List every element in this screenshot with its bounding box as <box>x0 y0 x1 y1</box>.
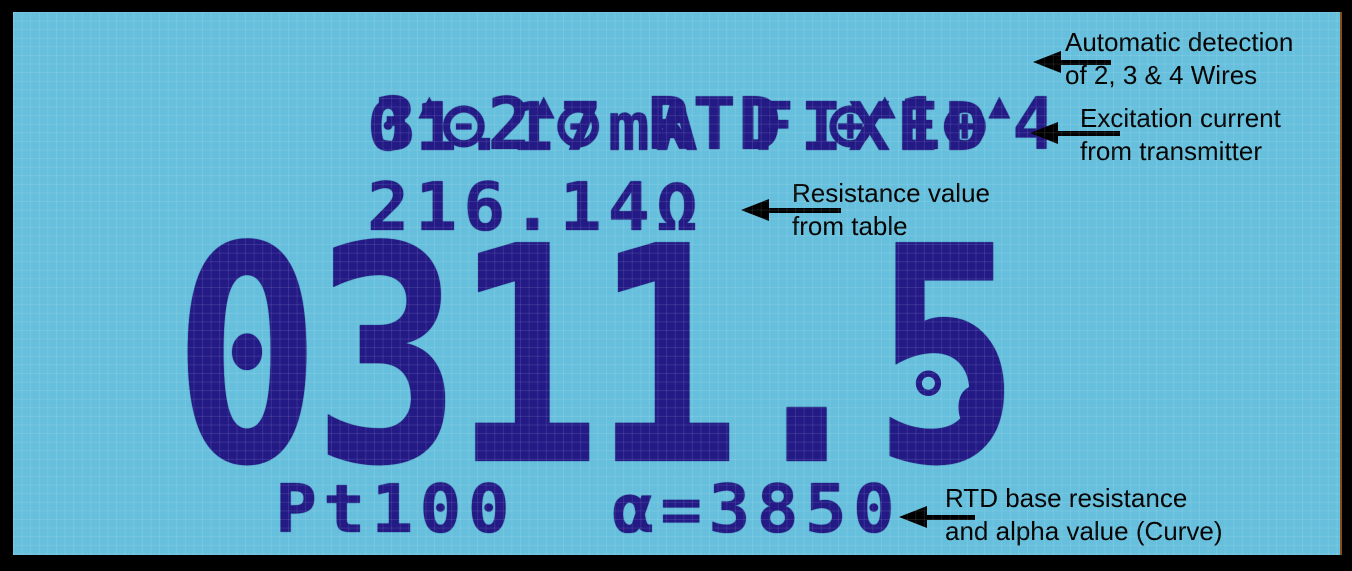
excitation-current-readout: 01.17mA FIXED <box>367 88 993 166</box>
annotation-rtd-base-alpha: RTD base resistance and alpha value (Cur… <box>945 482 1223 548</box>
annotation-line: from transmitter <box>1080 136 1263 166</box>
sensor-type-and-alpha: Pt100 α=3850 <box>275 476 901 543</box>
device-frame: 3▲⊝2▲⊝ RTD ⊕▲1⊕▲4 01.17mA FIXED 216.14Ω … <box>0 0 1352 571</box>
sensor-type: Pt100 <box>275 470 516 548</box>
alpha-value: α=3850 <box>612 470 901 548</box>
temperature-unit: °c <box>905 358 999 448</box>
annotation-line: Automatic detection <box>1065 27 1294 57</box>
annotation-line: Resistance value <box>792 178 990 208</box>
annotation-excitation-current: Excitation current from transmitter <box>1080 102 1281 168</box>
annotation-line: Excitation current <box>1080 103 1281 133</box>
annotation-line: RTD base resistance <box>945 483 1188 513</box>
annotation-line: from table <box>792 211 908 241</box>
annotation-resistance-value: Resistance value from table <box>792 177 990 243</box>
annotation-line: and alpha value (Curve) <box>945 516 1223 546</box>
annotation-wire-detection: Automatic detection of 2, 3 & 4 Wires <box>1065 26 1293 92</box>
annotation-line: of 2, 3 & 4 Wires <box>1065 60 1258 90</box>
temperature-readout: 0311.5 <box>173 183 1021 532</box>
lcd-screen: 3▲⊝2▲⊝ RTD ⊕▲1⊕▲4 01.17mA FIXED 216.14Ω … <box>13 12 1342 555</box>
